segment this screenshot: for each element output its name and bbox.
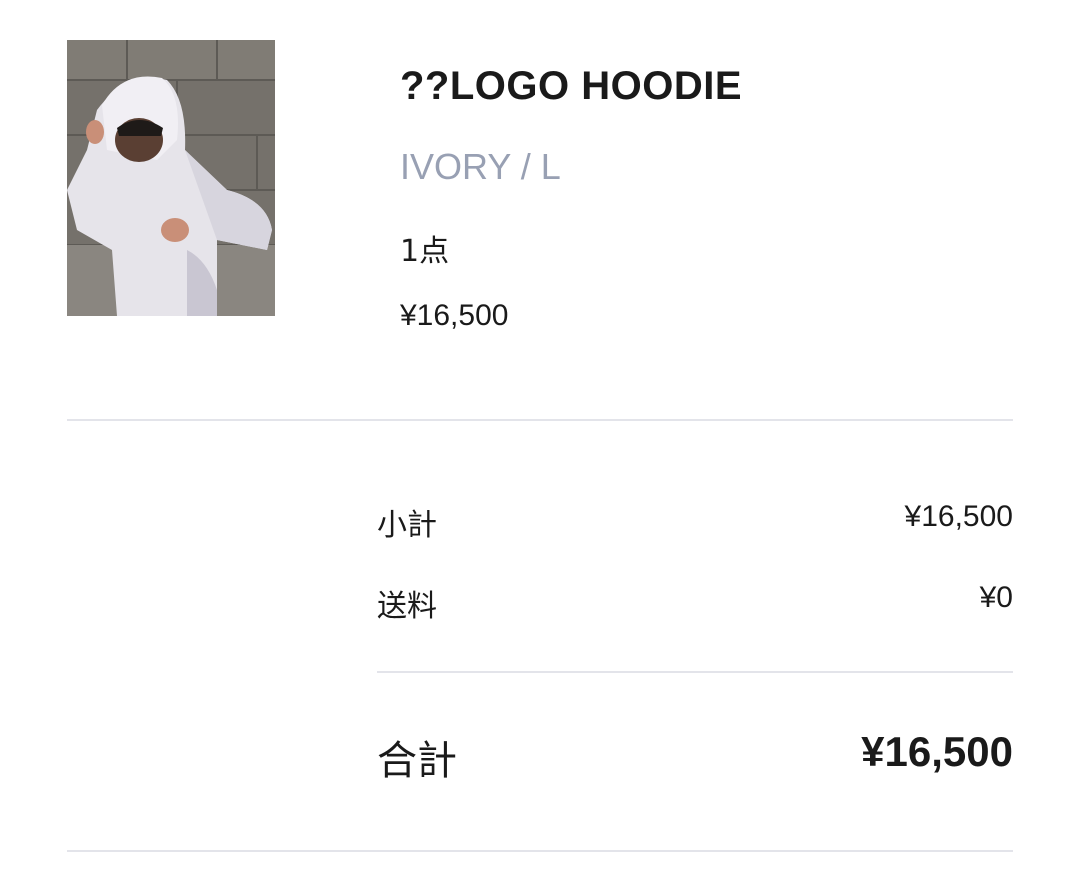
divider <box>67 419 1013 421</box>
subtotal-value: ¥16,500 <box>904 500 1013 533</box>
product-thumbnail[interactable] <box>67 40 275 316</box>
divider <box>377 671 1013 673</box>
hoodie-photo-image <box>67 40 275 316</box>
shipping-value: ¥0 <box>979 581 1013 614</box>
total-value: ¥16,500 <box>861 728 1013 775</box>
total-label: 合計 <box>377 738 457 784</box>
shipping-row: 送料 ¥0 <box>377 581 1013 625</box>
total-row: 合計 ¥16,500 <box>377 728 1013 784</box>
product-price: ¥16,500 <box>400 299 509 332</box>
product-quantity: 1点 <box>400 234 450 269</box>
divider <box>67 850 1013 852</box>
product-variant: IVORY / L <box>400 146 561 187</box>
shipping-label: 送料 <box>377 589 437 624</box>
subtotal-row: 小計 ¥16,500 <box>377 500 1013 544</box>
subtotal-label: 小計 <box>377 508 437 543</box>
product-name[interactable]: ??LOGO HOODIE <box>400 64 742 109</box>
cart-line-item: ??LOGO HOODIE IVORY / L 1点 ¥16,500 <box>67 40 1013 340</box>
